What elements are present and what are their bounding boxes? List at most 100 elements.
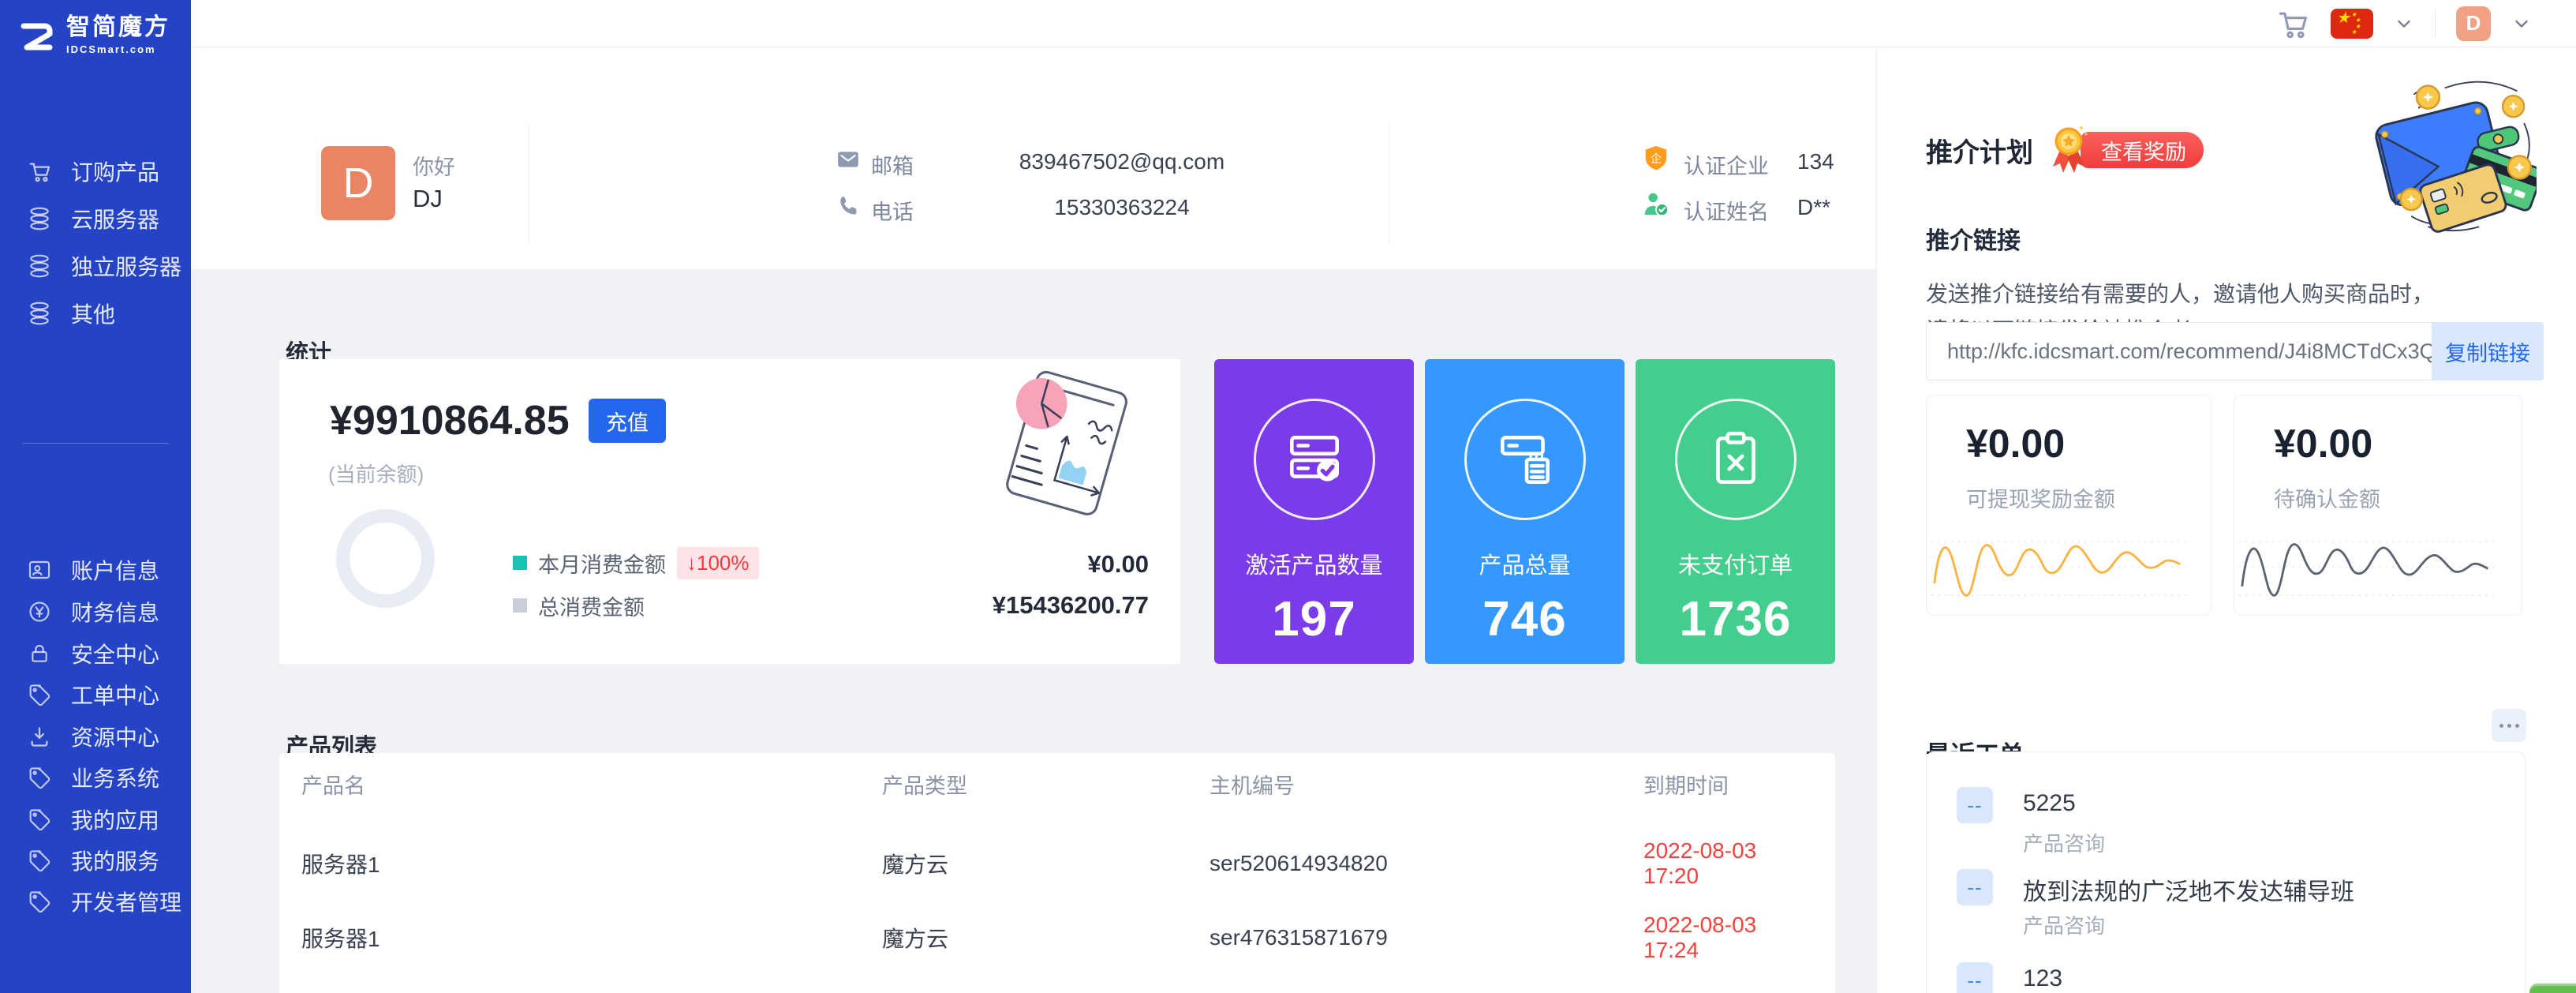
referral-panel: 推介计划 查看奖励 — [1876, 47, 2576, 993]
chat-widget-button[interactable] — [2529, 984, 2576, 993]
idcsmart-dashboard: 智简魔方 IDCSmart.com 订购产品 云服务器 独立服务器 其他 账户信… — [0, 0, 2576, 993]
shopping-cart-button[interactable] — [2275, 6, 2310, 41]
sidebar-divider — [22, 443, 169, 444]
sidebar-item-account-info[interactable]: 账户信息 — [27, 553, 159, 587]
database-icon — [27, 206, 52, 231]
sidebar-item-business-system[interactable]: 业务系统 — [27, 760, 159, 795]
ticket-badge: -- — [1957, 869, 1993, 905]
user-greeting: 你好 — [413, 150, 455, 181]
legend-swatch — [513, 556, 527, 570]
reward-label: 待确认金额 — [2274, 482, 2380, 513]
withdrawable-reward-card: ¥0.00 可提现奖励金额 — [1926, 395, 2211, 616]
view-rewards-badge[interactable]: 查看奖励 — [2081, 132, 2204, 168]
download-icon — [27, 724, 52, 749]
month-consumption-value: ¥0.00 — [1087, 550, 1149, 579]
reward-amount: ¥0.00 — [2274, 421, 2372, 467]
metric-label: 产品总量 — [1425, 547, 1624, 580]
report-paper-illustration — [980, 362, 1150, 530]
sidebar-item-finance-info[interactable]: 财务信息 — [27, 594, 159, 629]
ticket-badge: -- — [1957, 962, 1993, 993]
user-info-card: D 你好 DJ 邮箱 839467502@qq.com 电话 153303632… — [191, 47, 1876, 269]
ticket-category: 产品咨询 — [2023, 828, 2105, 857]
phone-label: 电话 — [871, 195, 914, 226]
balance-amount: ¥9910864.85 — [330, 397, 570, 444]
metric-icon-ring — [1464, 399, 1586, 520]
sidebar-item-other[interactable]: 其他 — [27, 296, 115, 331]
brand-name: 智简魔方 — [66, 16, 170, 39]
sidebar-item-ticket-center[interactable]: 工单中心 — [27, 677, 159, 712]
chevron-down-icon[interactable] — [2511, 13, 2532, 34]
referral-link-title: 推介链接 — [1926, 221, 2021, 256]
sidebar-item-order-products[interactable]: 订购产品 — [27, 154, 159, 189]
recent-tickets-card: -- 5225 产品咨询 -- 放到法规的广泛地不发达辅导班 产品咨询 -- 1… — [1926, 751, 2526, 993]
legend-swatch — [513, 598, 527, 613]
cert-name-label: 认证姓名 — [1684, 195, 1769, 226]
total-consumption-value: ¥15436200.77 — [993, 591, 1149, 620]
database-icon — [27, 301, 52, 326]
cert-company-value: 134 — [1797, 149, 1834, 174]
balance-note: (当前余额) — [328, 459, 424, 488]
table-row[interactable]: 服务器1 魔方云 ser476315871679 2022-08-03 17:2… — [301, 912, 1800, 963]
ticket-badge: -- — [1957, 787, 1993, 823]
metric-icon-ring — [1254, 399, 1375, 520]
metric-card-unpaid-orders: 未支付订单 1736 — [1636, 359, 1835, 664]
metric-card-active-products: 激活产品数量 197 — [1214, 359, 1414, 664]
mail-icon — [836, 148, 860, 171]
sidebar-item-my-apps[interactable]: 我的应用 — [27, 802, 159, 837]
phone-value: 15330363224 — [940, 195, 1303, 220]
tag-icon — [27, 682, 52, 707]
card-list-icon — [1493, 427, 1557, 492]
email-label: 邮箱 — [871, 149, 914, 180]
ticket-category: 产品咨询 — [2023, 910, 2105, 939]
col-product-name: 产品名 — [301, 769, 882, 800]
language-flag-cn[interactable]: ★ ★ ★ ★ ★ — [2331, 9, 2373, 39]
cart-icon — [2275, 6, 2310, 41]
sidebar-item-resource-center[interactable]: 资源中心 — [27, 719, 159, 754]
sidebar-item-cloud-servers[interactable]: 云服务器 — [27, 201, 159, 236]
table-row[interactable]: 服务器1 魔方云 ser520614934820 2022-08-03 17:2… — [301, 838, 1800, 889]
database-icon — [27, 253, 52, 279]
metric-label: 激活产品数量 — [1214, 547, 1414, 580]
delta-badge: ↓100% — [677, 547, 759, 579]
server-check-icon — [1282, 427, 1347, 492]
user-avatar-button[interactable]: D — [2456, 6, 2491, 41]
reward-label: 可提现奖励金额 — [1966, 482, 2115, 513]
ticket-id: 123 — [2023, 965, 2062, 992]
expiry-date: 2022-08-03 17:20 — [1643, 838, 1800, 889]
reward-sparkline-gray — [2239, 512, 2496, 609]
tickets-more-button[interactable] — [2492, 709, 2526, 742]
chevron-down-icon[interactable] — [2394, 13, 2414, 34]
shield-enterprise-icon — [1641, 144, 1671, 174]
tag-icon — [27, 765, 52, 790]
cart-icon — [27, 159, 52, 184]
copy-link-button[interactable]: 复制链接 — [2432, 322, 2544, 380]
consumption-donut-chart — [336, 509, 435, 608]
id-card-icon — [27, 557, 52, 583]
sidebar-item-dedicated-servers[interactable]: 独立服务器 — [27, 249, 181, 283]
referral-link-input[interactable] — [1926, 322, 2432, 380]
flag-star-icon: ★ — [2336, 10, 2350, 26]
sidebar-item-security-center[interactable]: 安全中心 — [27, 636, 159, 671]
ellipsis-icon — [2499, 724, 2503, 728]
sidebar-item-developer-admin[interactable]: 开发者管理 — [27, 884, 181, 919]
recharge-button[interactable]: 充值 — [589, 399, 666, 443]
legend-label: 本月消费金额 — [538, 548, 666, 579]
brand-logo[interactable]: 智简魔方 IDCSmart.com — [14, 13, 170, 57]
legend-label: 总消费金额 — [538, 590, 645, 621]
wallet-illustration — [2338, 77, 2537, 234]
phone-icon — [836, 193, 860, 217]
metric-label: 未支付订单 — [1636, 547, 1835, 580]
product-table: 产品名 产品类型 主机编号 到期时间 服务器1 魔方云 ser520614934… — [279, 753, 1835, 993]
medal-icon — [2046, 125, 2092, 175]
table-header-row: 产品名 产品类型 主机编号 到期时间 — [301, 769, 1800, 800]
metric-icon-ring — [1675, 399, 1796, 520]
cert-name-value: D** — [1797, 195, 1830, 220]
col-host-id: 主机编号 — [1209, 769, 1643, 800]
metric-card-total-products: 产品总量 746 — [1425, 359, 1624, 664]
brand-domain: IDCSmart.com — [66, 44, 170, 54]
clipboard-x-icon — [1703, 427, 1768, 492]
referral-link-box: 复制链接 — [1926, 322, 2544, 380]
pending-reward-card: ¥0.00 待确认金额 — [2234, 395, 2522, 616]
user-name: DJ — [413, 185, 443, 213]
sidebar-item-my-services[interactable]: 我的服务 — [27, 843, 159, 878]
